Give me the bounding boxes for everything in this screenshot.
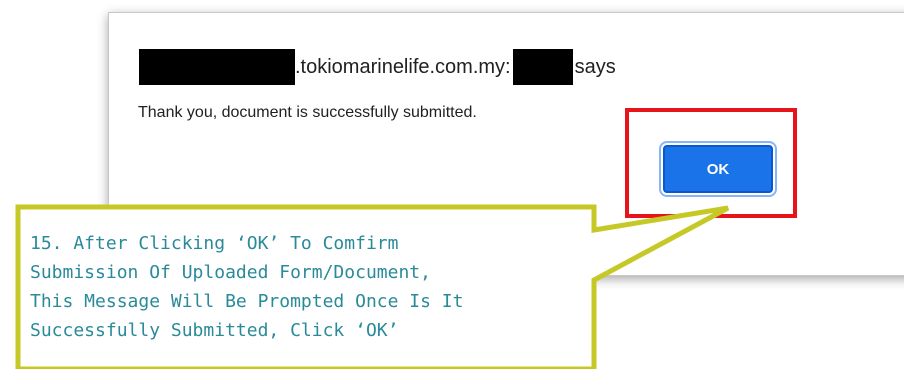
callout-line: This Message Will Be Prompted Once Is It — [30, 291, 464, 312]
callout-line: Submission Of Uploaded Form/Document, — [30, 262, 431, 283]
callout-line: Successfully Submitted, Click ‘OK’ — [30, 320, 399, 341]
callout-text: 15. After Clicking ‘OK’ To Comfirm Submi… — [30, 229, 590, 345]
callout-line: 15. After Clicking ‘OK’ To Comfirm — [30, 233, 399, 254]
